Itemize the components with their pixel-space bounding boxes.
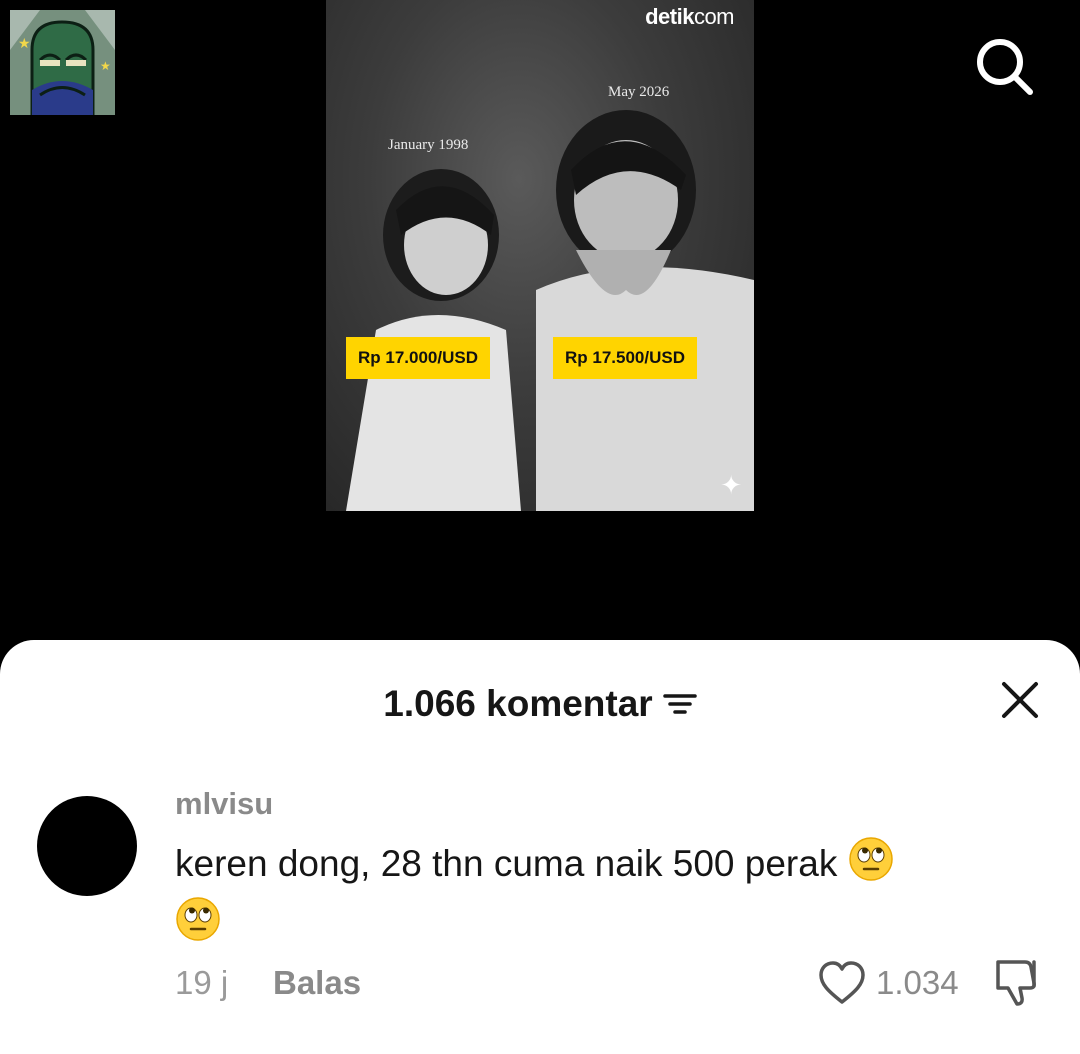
- svg-text:★: ★: [18, 35, 31, 51]
- price-tag-right: Rp 17.500/USD: [553, 337, 697, 379]
- date-label-right: May 2026: [608, 84, 670, 100]
- post-image[interactable]: detikcom January 1998 May 2026 Rp 17.000…: [326, 0, 754, 511]
- svg-text:★: ★: [100, 59, 111, 73]
- brand-suffix: com: [693, 4, 735, 29]
- comment-body: keren dong, 28 thn cuma naik 500 perak: [175, 836, 1035, 956]
- comment-timestamp: 19 j: [175, 964, 229, 1001]
- thumbs-down-icon: [996, 960, 1036, 1006]
- brand-prefix: detik: [645, 4, 694, 29]
- brand-logo: detikcom: [645, 4, 734, 30]
- close-icon: [1002, 682, 1038, 718]
- reply-button[interactable]: Balas: [273, 964, 361, 1002]
- search-icon: [977, 39, 1033, 95]
- dislike-button[interactable]: [992, 956, 1044, 1008]
- price-tag-left: Rp 17.000/USD: [346, 337, 490, 379]
- heart-icon: [819, 961, 865, 1004]
- rolling-eyes-emoji-icon: [848, 836, 894, 896]
- photo-illustration: [346, 110, 754, 511]
- rolling-eyes-emoji-icon: [175, 896, 221, 956]
- avatar[interactable]: [37, 796, 137, 896]
- like-count: 1.034: [876, 964, 959, 1001]
- like-button[interactable]: [818, 960, 866, 1006]
- date-label-left: January 1998: [388, 137, 469, 153]
- search-button[interactable]: [972, 34, 1036, 98]
- close-button[interactable]: [1000, 680, 1040, 720]
- comment-text: keren dong, 28 thn cuma naik 500 perak: [175, 843, 838, 884]
- comments-header: 1.066 komentar: [0, 676, 1080, 732]
- comment-item: mlvisu keren dong, 28 thn cuma naik 500 …: [0, 786, 1080, 1046]
- comment-username[interactable]: mlvisu: [175, 786, 273, 822]
- sparkle-icon: ✦: [720, 470, 742, 500]
- filter-icon[interactable]: [662, 689, 697, 719]
- cartoon-avatar-image: ★ ★: [10, 10, 115, 115]
- comments-sheet: 1.066 komentar mlvisu keren dong, 28 thn…: [0, 640, 1080, 1054]
- comments-title: 1.066 komentar: [383, 683, 653, 724]
- profile-thumbnail[interactable]: ★ ★: [10, 10, 115, 115]
